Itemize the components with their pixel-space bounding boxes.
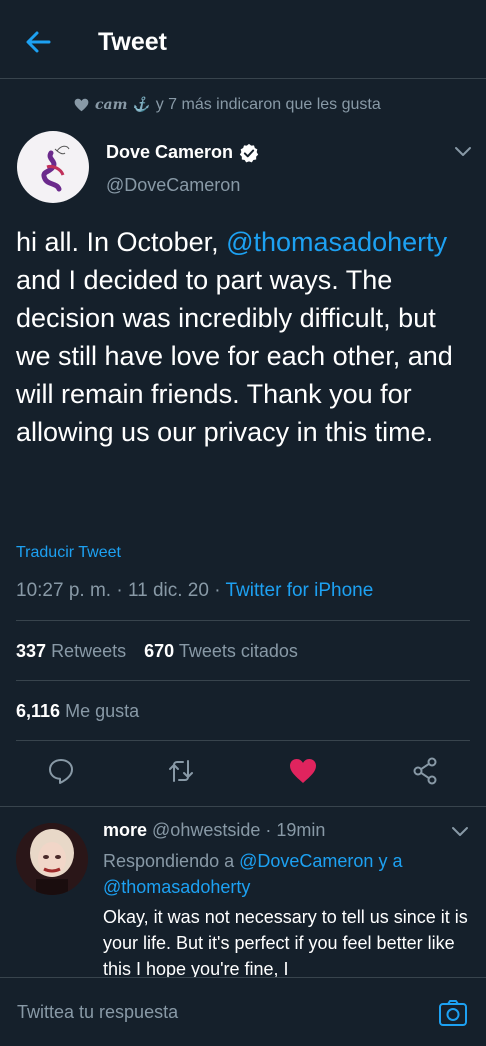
reply-author-name[interactable]: more [103, 820, 147, 840]
retweets-label: Retweets [51, 641, 127, 661]
share-icon[interactable] [410, 756, 440, 786]
chevron-down-icon[interactable] [454, 146, 472, 158]
likes-stats: 6,116 Me gusta [16, 701, 139, 722]
retweets-stat[interactable]: 337 Retweets [16, 641, 126, 662]
reply-header: more @ohwestside · 19min [103, 820, 325, 841]
tweet-text-part2: and I decided to part ways. The decision… [16, 265, 453, 447]
reply-avatar-photo [16, 823, 88, 895]
tweet-meta: 10:27 p. m. · 11 dic. 20 · Twitter for i… [16, 580, 373, 602]
quotes-count: 670 [144, 641, 175, 661]
reply-text: Okay, it was not necessary to tell us si… [103, 907, 468, 979]
divider [16, 620, 470, 621]
quotes-label: Tweets citados [178, 641, 298, 661]
avatar-illustration [41, 145, 70, 192]
author-avatar[interactable] [17, 131, 89, 203]
camera-icon[interactable] [438, 998, 468, 1028]
chevron-down-icon[interactable] [451, 826, 469, 838]
retweet-icon[interactable] [166, 756, 196, 786]
replying-to-prefix: Respondiendo a [103, 851, 240, 871]
author-handle[interactable]: @DoveCameron [106, 175, 240, 196]
likes-count: 6,116 [16, 701, 61, 721]
tweet-mention-link[interactable]: @thomasadoherty [226, 227, 447, 257]
tweet-source-link[interactable]: Twitter for iPhone [225, 580, 373, 601]
likes-label: Me gusta [65, 701, 140, 721]
reply-compose-bar: Twittea tu respuesta [0, 977, 486, 1046]
tweet-action-bar [0, 756, 486, 792]
quotes-stat[interactable]: 670 Tweets citados [144, 641, 298, 662]
divider [16, 740, 470, 741]
replying-to-connector[interactable]: y a [373, 851, 402, 871]
like-icon[interactable] [288, 756, 318, 786]
translate-tweet-link[interactable]: Traducir Tweet [16, 544, 121, 562]
reply-icon[interactable] [46, 756, 76, 786]
engagement-stats: 337 Retweets 670 Tweets citados [16, 641, 298, 662]
back-arrow-icon[interactable] [22, 26, 54, 58]
replying-to-mention[interactable]: @thomasadoherty [103, 877, 250, 897]
heart-icon [74, 98, 89, 112]
social-context-text: y 7 más indicaron que les gusta [155, 96, 381, 113]
verified-badge-icon [239, 143, 259, 162]
reply-input[interactable]: Twittea tu respuesta [17, 1002, 178, 1023]
social-context[interactable]: cam ⚓ y 7 más indicaron que les gusta [74, 94, 381, 116]
reply-handle-time[interactable]: @ohwestside · 19min [152, 820, 325, 840]
divider [16, 680, 470, 681]
likes-stat[interactable]: 6,116 Me gusta [16, 701, 139, 722]
tweet-timestamp: 10:27 p. m. · 11 dic. 20 · [16, 580, 226, 601]
tweet-text-part1: hi all. In October, [16, 227, 227, 257]
replying-to-mention[interactable]: @DoveCameron [239, 851, 373, 871]
retweets-count: 337 [16, 641, 47, 661]
page-title: Tweet [98, 28, 167, 56]
tweet-text: hi all. In October, @thomasadoherty and … [16, 223, 472, 451]
top-bar: Tweet [0, 0, 486, 79]
reply-author-avatar[interactable] [16, 823, 88, 895]
section-divider [0, 806, 486, 807]
replying-to: Respondiendo a @DoveCameron y a @thomasad… [103, 848, 463, 900]
author-name-text: Dove Cameron [106, 142, 234, 162]
liker-name: cam ⚓ [95, 97, 150, 113]
author-name[interactable]: Dove Cameron [106, 142, 259, 163]
